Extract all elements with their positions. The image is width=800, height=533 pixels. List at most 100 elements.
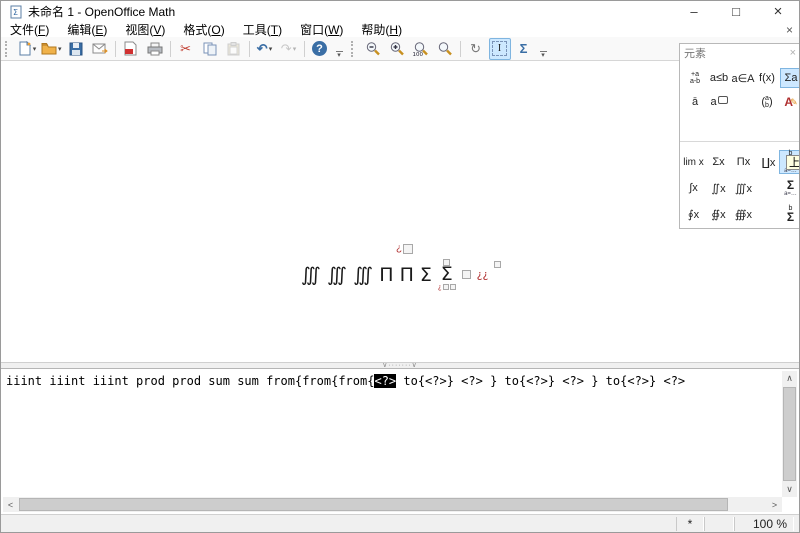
triple-integral: ∭ (301, 263, 322, 286)
maximize-button[interactable]: □ (715, 1, 757, 22)
category-functions[interactable]: f(x) (756, 68, 778, 88)
menu-edit[interactable]: 编辑(E) (58, 22, 116, 38)
zoom-100-button[interactable]: 100 (410, 38, 432, 60)
toolbar-separator (114, 40, 116, 57)
elements-panel: 元素 × +a a-b a≤b a∈A f(x) Σa ā a ( ab ) A … (679, 43, 799, 229)
sum-lower-limit-button[interactable]: Σ a=… (779, 176, 799, 200)
redo-icon: ↷ (280, 40, 292, 56)
category-operators[interactable]: Σa (780, 68, 799, 88)
overflow-icon: ▾ (337, 51, 341, 59)
category-brackets[interactable]: ( ab ) (756, 92, 778, 112)
view-splitter[interactable]: ∨·······∨ (1, 362, 799, 369)
command-text-before: iiint iiint iiint prod prod sum sum from… (6, 374, 375, 388)
zoom-in-button[interactable] (386, 38, 408, 60)
integral-button[interactable]: ∫x (682, 176, 705, 200)
toolbar-drag-handle[interactable] (5, 40, 12, 57)
dropdown-icon[interactable]: ▾ (269, 45, 273, 53)
svg-text:100: 100 (413, 52, 424, 57)
openoffice-math-window: Σ 未命名 1 - OpenOffice Math – □ × 文件(F) 编辑… (0, 0, 800, 533)
redo-button[interactable]: ↷ ▾ (278, 38, 300, 60)
export-pdf-button[interactable] (120, 38, 142, 60)
menu-view[interactable]: 视图(V) (116, 22, 174, 38)
save-button[interactable] (65, 38, 87, 60)
zoom-all-button[interactable] (434, 38, 456, 60)
triple-integral-button[interactable]: ∭x (732, 176, 755, 200)
scroll-right-icon[interactable]: > (767, 497, 782, 512)
menu-help[interactable]: 帮助(H) (352, 22, 411, 38)
splitter-handle-icon[interactable]: ∨·······∨ (382, 362, 418, 369)
horizontal-scrollbar-thumb[interactable] (19, 498, 728, 511)
window-title: 未命名 1 - OpenOffice Math (28, 5, 176, 19)
open-file-button[interactable]: ▾ (40, 38, 63, 60)
svg-text:Σ: Σ (13, 8, 18, 17)
status-cell-empty (704, 516, 734, 531)
speech-bubble-icon (717, 95, 728, 104)
title-bar: Σ 未命名 1 - OpenOffice Math – □ × (1, 1, 799, 22)
category-unary-binary-operators[interactable]: +a a-b (684, 68, 706, 88)
category-formats[interactable]: A ✎ (780, 92, 799, 112)
vertical-scrollbar-thumb[interactable] (783, 387, 796, 481)
menu-tools[interactable]: 工具(T) (234, 22, 291, 38)
vertical-scrollbar[interactable]: ∧ ∨ (782, 371, 797, 497)
close-button[interactable]: × (757, 1, 799, 22)
menu-bar: 文件(F) 编辑(E) 视图(V) 格式(O) 工具(T) 窗口(W) 帮助(H… (1, 22, 799, 37)
toolbar-drag-handle[interactable] (350, 40, 358, 57)
zoom-out-button[interactable] (362, 38, 384, 60)
modified-indicator: * (676, 516, 704, 531)
category-relations[interactable]: a≤b (708, 68, 730, 88)
horizontal-scrollbar[interactable]: < > (3, 497, 782, 512)
dropdown-icon[interactable]: ▾ (58, 45, 62, 53)
sum-upper-limit-button[interactable]: b Σ (779, 202, 799, 226)
toolbar-overflow-button[interactable]: ▾ (334, 40, 345, 59)
formula-cursor-button[interactable]: I (488, 37, 511, 60)
minimize-button[interactable]: – (673, 1, 715, 22)
new-document-button[interactable]: ▾ (16, 38, 38, 60)
triple-integral: ∭ (327, 263, 348, 286)
email-button[interactable] (89, 38, 111, 60)
toolbar-overflow-button[interactable]: ▾ (538, 40, 549, 59)
triple-integral: ∭ (353, 263, 374, 286)
category-attributes[interactable]: ā (684, 92, 706, 112)
limit-button[interactable]: lim x (682, 150, 705, 174)
category-others[interactable]: a (708, 92, 730, 112)
help-button[interactable]: ? (309, 38, 331, 60)
update-view-button[interactable]: ↻ (465, 38, 487, 60)
triple-contour-integral-button[interactable]: ∰x (732, 202, 755, 226)
sigma-icon: Σ (519, 41, 528, 56)
double-integral-button[interactable]: ∬x (707, 176, 730, 200)
zoom-level[interactable]: 100 % (734, 516, 794, 531)
undo-button[interactable]: ↶ ▾ (254, 38, 276, 60)
print-button[interactable] (144, 38, 166, 60)
product-button[interactable]: Πx (732, 150, 755, 174)
placeholder-box (449, 284, 456, 290)
menu-window[interactable]: 窗口(W) (291, 22, 352, 38)
scroll-left-icon[interactable]: < (3, 497, 18, 512)
scroll-down-icon[interactable]: ∨ (782, 482, 797, 497)
panel-divider (680, 141, 799, 142)
dropdown-icon[interactable]: ▾ (293, 45, 297, 53)
coproduct-button[interactable]: ∐x (757, 150, 780, 174)
symbols-catalog-button[interactable]: Σ (513, 38, 535, 60)
status-bar: * 100 % (1, 514, 799, 532)
elements-panel-header[interactable]: 元素 × (680, 44, 799, 61)
contour-integral-button[interactable]: ∮x (682, 202, 705, 226)
elements-panel-title: 元素 (684, 47, 706, 60)
copy-button[interactable] (199, 38, 221, 60)
panel-close-icon[interactable]: × (790, 47, 796, 59)
window-controls: – □ × (673, 1, 799, 22)
menu-file[interactable]: 文件(F) (1, 22, 58, 38)
close-document-icon[interactable]: × (786, 23, 793, 37)
command-text-input[interactable]: iiint iiint iiint prod prod sum sum from… (3, 371, 782, 497)
product-operator: Π (379, 263, 394, 286)
dropdown-icon[interactable]: ▾ (33, 45, 37, 53)
scroll-up-icon[interactable]: ∧ (782, 371, 797, 386)
product-operator: Π (399, 263, 414, 286)
double-contour-integral-button[interactable]: ∯x (707, 202, 730, 226)
sum-button[interactable]: Σx (707, 150, 730, 174)
menu-format[interactable]: 格式(O) (174, 22, 233, 38)
category-set-operations[interactable]: a∈A (731, 68, 754, 88)
paste-button[interactable] (223, 38, 245, 60)
commands-window: iiint iiint iiint prod prod sum sum from… (1, 369, 799, 514)
sum-operator: Σ (419, 263, 432, 286)
cut-button[interactable]: ✂ (175, 38, 197, 60)
